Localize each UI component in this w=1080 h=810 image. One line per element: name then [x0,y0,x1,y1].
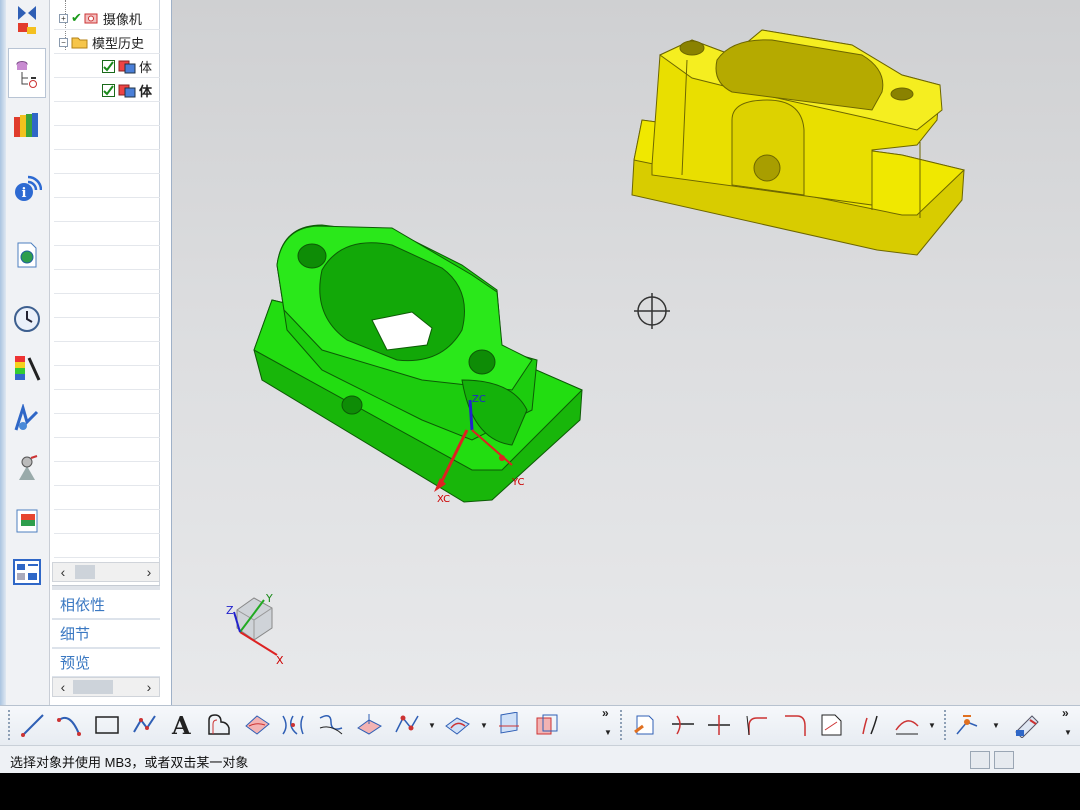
checkmark-icon: ✔ [71,10,82,25]
composite-curve-icon[interactable] [316,710,346,740]
edit-object-icon[interactable] [1012,710,1042,740]
tree-row-camera[interactable]: + ✔ 摄像机 [52,6,160,30]
scroll-left-arrow-icon[interactable]: ‹ [53,678,73,696]
info-feed-icon[interactable]: i [10,172,44,206]
toolbar-overflow[interactable]: » [1062,706,1069,720]
dropdown-arrow-icon[interactable]: ▼ [1064,728,1072,737]
panel-splitter[interactable] [52,585,160,590]
dropdown-arrow-icon[interactable]: ▼ [992,721,1000,730]
scroll-right-arrow-icon[interactable]: › [139,563,159,581]
body-feature-icon [118,60,136,74]
preview-hscrollbar[interactable]: ‹ › [52,677,160,697]
constraint-icon[interactable] [10,2,44,36]
tree-label-model-history: 模型历史 [92,35,145,51]
status-message: 选择对象并使用 MB3，或者双击某一对象 [10,755,249,770]
screen-bottom-band [0,773,1080,810]
rail-edge [0,0,6,705]
status-bar: 选择对象并使用 MB3，或者双击某一对象 [0,745,1080,773]
scroll-thumb[interactable] [73,680,113,694]
wcs-zc-label: ZC [472,394,486,405]
dropdown-arrow-icon[interactable]: ▼ [480,721,488,730]
visibility-checkbox[interactable] [102,59,115,73]
curve-length-icon[interactable] [892,710,922,740]
polyline-icon[interactable] [130,710,160,740]
part-navigator-icon[interactable] [8,48,46,98]
system-scenes-icon[interactable] [10,504,44,538]
tree-label-camera: 摄像机 [102,11,142,27]
roles-icon[interactable] [10,452,44,486]
tree-row-model-history[interactable]: − 模型历史 [52,30,160,54]
stretch-curve-icon[interactable] [854,710,884,740]
svg-text:A: A [171,712,191,738]
tree-label-body: 体 [139,83,153,99]
camera-icon [84,13,98,24]
section-curve-icon[interactable] [494,710,524,740]
rectangle-icon[interactable] [92,710,122,740]
triad-y-label: Y [265,592,273,605]
selection-filter-icon[interactable] [970,751,990,769]
view-fit-icon[interactable] [994,751,1014,769]
surface-curve-icon[interactable] [242,710,272,740]
toolbar-grip[interactable] [620,710,623,740]
chamfer-curve-icon[interactable] [780,710,810,740]
dropdown-arrow-icon[interactable]: ▼ [928,721,936,730]
scroll-right-arrow-icon[interactable]: › [139,678,159,696]
toolbar-grip[interactable] [944,710,947,740]
triad-z-label: Z [226,604,234,617]
history-clock-icon[interactable] [10,302,44,336]
folder-icon [71,37,88,49]
text-icon[interactable]: A [166,710,196,740]
graphics-viewport[interactable]: XC YC ZC X Y Z [172,0,1080,705]
bridge-curve-icon[interactable] [278,710,308,740]
expand-toggle[interactable]: + [59,13,68,23]
studio-spline-icon[interactable] [392,710,422,740]
scroll-left-arrow-icon[interactable]: ‹ [53,563,73,581]
reuse-library-icon[interactable] [10,108,44,142]
navigator-tree: + ✔ 摄像机 − 模型历史 体 体 [52,0,160,585]
drawing-layout-icon[interactable] [10,555,44,589]
divide-curve-icon[interactable] [704,710,734,740]
tree-label-body: 体 [139,59,153,75]
toolbar-overflow[interactable]: » [602,706,609,720]
model-scene: XC YC ZC X Y Z [226,29,966,667]
edit-length-icon[interactable] [816,710,846,740]
visualization-icon[interactable] [10,352,44,386]
wcs-yc-label: YC [511,477,525,488]
wcs-xc-label: XC [437,494,450,505]
project-curve-icon[interactable] [354,710,384,740]
line-icon[interactable] [18,710,48,740]
green-part[interactable] [253,224,583,503]
extract-curve-icon[interactable] [532,710,562,740]
dropdown-arrow-icon[interactable]: ▼ [604,728,612,737]
associative-trim-icon[interactable] [630,710,660,740]
toolbar-grip[interactable] [8,710,11,740]
visibility-checkbox[interactable] [102,83,115,97]
crosshair-cursor-icon [634,293,670,329]
section-details[interactable]: 细节 [52,621,160,649]
section-preview[interactable]: 预览 [52,650,160,678]
absolute-triad: X Y Z [226,592,284,667]
resource-bar: i [0,0,50,705]
web-browser-icon[interactable] [10,238,44,272]
triad-x-label: X [276,654,284,667]
body-feature-icon [118,84,136,98]
section-dependencies[interactable]: 相依性 [52,592,160,620]
tree-row-body-1[interactable]: 体 [52,54,160,78]
offset-curve-icon[interactable] [204,710,234,740]
process-studio-icon[interactable] [10,402,44,436]
dropdown-arrow-icon[interactable]: ▼ [428,721,436,730]
snap-point-icon[interactable] [952,710,982,740]
yellow-part[interactable] [631,29,966,256]
scroll-thumb[interactable] [75,565,95,579]
trim-curve-icon[interactable] [668,710,698,740]
fillet-curve-icon[interactable] [742,710,772,740]
intersection-curve-icon[interactable] [442,710,472,740]
tree-row-body-2[interactable]: 体 [52,78,160,102]
navigator-hscrollbar[interactable]: ‹ › [52,562,160,582]
curve-toolbar: A ▼ ▼ » ▼ ▼ ▼ » ▼ [0,705,1080,745]
svg-text:i: i [22,186,27,201]
arc-icon[interactable] [54,710,84,740]
collapse-toggle[interactable]: − [59,37,68,47]
